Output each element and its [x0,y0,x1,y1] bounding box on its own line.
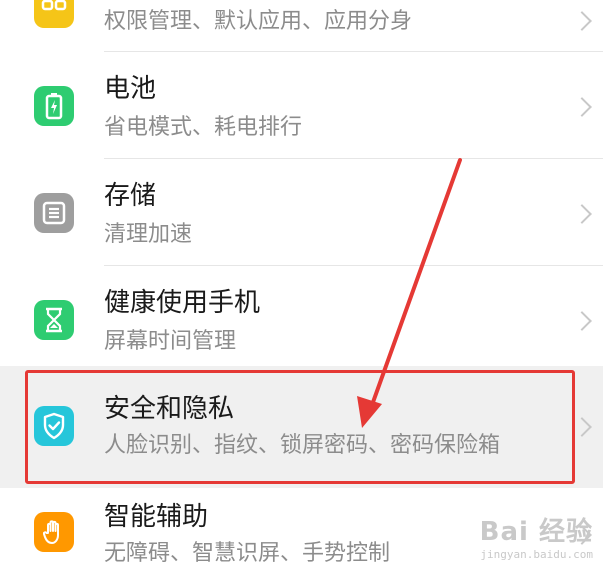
watermark: Bai 经验 jingyan.baidu.com [480,511,593,561]
settings-item-battery[interactable]: 电池 省电模式、耗电排行 [0,52,603,159]
settings-item-digital-balance-title: 健康使用手机 [104,288,261,318]
highlight-box [25,370,575,484]
hand-icon [34,512,74,552]
settings-item-digital-balance-subtitle: 屏幕时间管理 [104,329,237,354]
storage-icon [34,193,74,233]
hourglass-icon [34,300,74,340]
settings-item-smart-assist-title: 智能辅助 [104,502,209,532]
settings-item-apps[interactable]: 权限管理、默认应用、应用分身 [0,0,603,52]
settings-item-smart-assist-subtitle: 无障碍、智慧识屏、手势控制 [104,541,391,566]
settings-item-apps-subtitle: 权限管理、默认应用、应用分身 [104,9,413,34]
settings-item-battery-title: 电池 [104,74,157,104]
settings-item-digital-balance[interactable]: 健康使用手机 屏幕时间管理 [0,266,603,366]
apps-icon [34,0,74,28]
chevron-right-icon [572,204,592,224]
watermark-url: jingyan.baidu.com [480,548,593,561]
settings-item-storage[interactable]: 存储 清理加速 [0,159,603,266]
settings-item-battery-subtitle: 省电模式、耗电排行 [104,115,303,140]
chevron-right-icon [572,417,592,437]
chevron-right-icon [572,97,592,117]
chevron-right-icon [572,311,592,331]
settings-item-storage-subtitle: 清理加速 [104,222,193,247]
watermark-logo: Bai 经验 [479,517,593,547]
settings-item-storage-title: 存储 [104,181,157,211]
chevron-right-icon [572,11,592,31]
battery-icon [34,86,74,126]
